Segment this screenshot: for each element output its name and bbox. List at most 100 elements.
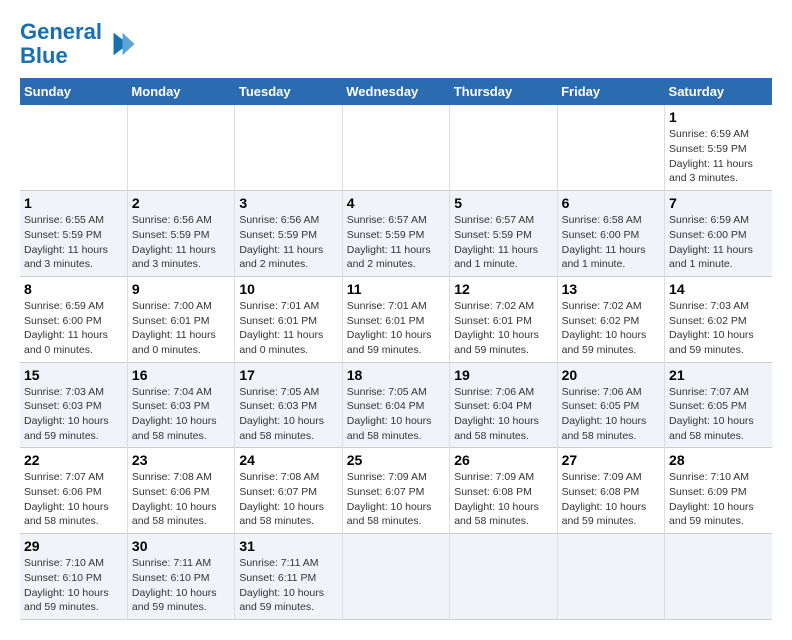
- day-header-thursday: Thursday: [450, 78, 557, 105]
- day-number: 18: [347, 367, 445, 383]
- day-number: 2: [132, 195, 230, 211]
- calendar-cell: 6 Sunrise: 6:58 AM Sunset: 6:00 PM Dayli…: [557, 191, 664, 277]
- day-header-monday: Monday: [127, 78, 234, 105]
- day-info: Sunrise: 7:09 AM Sunset: 6:08 PM Dayligh…: [562, 470, 660, 529]
- day-number: 19: [454, 367, 552, 383]
- day-number: 13: [562, 281, 660, 297]
- day-number: 11: [347, 281, 445, 297]
- day-number: 22: [24, 452, 123, 468]
- day-info: Sunrise: 7:10 AM Sunset: 6:09 PM Dayligh…: [669, 470, 768, 529]
- day-header-wednesday: Wednesday: [342, 78, 449, 105]
- day-info: Sunrise: 7:10 AM Sunset: 6:10 PM Dayligh…: [24, 556, 123, 615]
- day-info: Sunrise: 6:55 AM Sunset: 5:59 PM Dayligh…: [24, 213, 123, 272]
- day-info: Sunrise: 7:09 AM Sunset: 6:07 PM Dayligh…: [347, 470, 445, 529]
- calendar-cell: [235, 105, 342, 190]
- day-number: 1: [24, 195, 123, 211]
- calendar-cell: 31 Sunrise: 7:11 AM Sunset: 6:11 PM Dayl…: [235, 534, 342, 620]
- calendar-cell: [450, 534, 557, 620]
- calendar-cell: 21 Sunrise: 7:07 AM Sunset: 6:05 PM Dayl…: [665, 362, 772, 448]
- day-number: 21: [669, 367, 768, 383]
- day-info: Sunrise: 6:56 AM Sunset: 5:59 PM Dayligh…: [239, 213, 337, 272]
- day-info: Sunrise: 6:59 AM Sunset: 5:59 PM Dayligh…: [669, 127, 768, 186]
- day-number: 8: [24, 281, 123, 297]
- calendar-cell: 5 Sunrise: 6:57 AM Sunset: 5:59 PM Dayli…: [450, 191, 557, 277]
- calendar-table: SundayMondayTuesdayWednesdayThursdayFrid…: [20, 78, 772, 620]
- day-number: 1: [669, 109, 768, 125]
- calendar-cell: 16 Sunrise: 7:04 AM Sunset: 6:03 PM Dayl…: [127, 362, 234, 448]
- day-number: 23: [132, 452, 230, 468]
- day-header-friday: Friday: [557, 78, 664, 105]
- day-number: 25: [347, 452, 445, 468]
- day-info: Sunrise: 7:05 AM Sunset: 6:04 PM Dayligh…: [347, 385, 445, 444]
- day-info: Sunrise: 7:02 AM Sunset: 6:01 PM Dayligh…: [454, 299, 552, 358]
- day-info: Sunrise: 6:58 AM Sunset: 6:00 PM Dayligh…: [562, 213, 660, 272]
- day-number: 7: [669, 195, 768, 211]
- calendar-cell: 14 Sunrise: 7:03 AM Sunset: 6:02 PM Dayl…: [665, 276, 772, 362]
- day-number: 20: [562, 367, 660, 383]
- day-number: 24: [239, 452, 337, 468]
- day-info: Sunrise: 7:00 AM Sunset: 6:01 PM Dayligh…: [132, 299, 230, 358]
- logo: General Blue: [20, 20, 136, 68]
- calendar-cell: 19 Sunrise: 7:06 AM Sunset: 6:04 PM Dayl…: [450, 362, 557, 448]
- day-number: 28: [669, 452, 768, 468]
- day-number: 27: [562, 452, 660, 468]
- calendar-cell: [20, 105, 127, 190]
- day-info: Sunrise: 7:01 AM Sunset: 6:01 PM Dayligh…: [347, 299, 445, 358]
- logo-text: General Blue: [20, 20, 102, 68]
- day-info: Sunrise: 7:11 AM Sunset: 6:11 PM Dayligh…: [239, 556, 337, 615]
- day-info: Sunrise: 7:05 AM Sunset: 6:03 PM Dayligh…: [239, 385, 337, 444]
- calendar-week-2: 1 Sunrise: 6:55 AM Sunset: 5:59 PM Dayli…: [20, 191, 772, 277]
- day-info: Sunrise: 7:02 AM Sunset: 6:02 PM Dayligh…: [562, 299, 660, 358]
- day-info: Sunrise: 7:03 AM Sunset: 6:02 PM Dayligh…: [669, 299, 768, 358]
- calendar-cell: [450, 105, 557, 190]
- day-number: 29: [24, 538, 123, 554]
- calendar-header: SundayMondayTuesdayWednesdayThursdayFrid…: [20, 78, 772, 105]
- day-info: Sunrise: 6:59 AM Sunset: 6:00 PM Dayligh…: [24, 299, 123, 358]
- day-number: 5: [454, 195, 552, 211]
- day-number: 31: [239, 538, 337, 554]
- day-info: Sunrise: 7:09 AM Sunset: 6:08 PM Dayligh…: [454, 470, 552, 529]
- day-header-sunday: Sunday: [20, 78, 127, 105]
- day-info: Sunrise: 7:03 AM Sunset: 6:03 PM Dayligh…: [24, 385, 123, 444]
- calendar-cell: 18 Sunrise: 7:05 AM Sunset: 6:04 PM Dayl…: [342, 362, 449, 448]
- calendar-cell: 20 Sunrise: 7:06 AM Sunset: 6:05 PM Dayl…: [557, 362, 664, 448]
- day-number: 26: [454, 452, 552, 468]
- calendar-cell: 1 Sunrise: 6:59 AM Sunset: 5:59 PM Dayli…: [665, 105, 772, 190]
- calendar-cell: 28 Sunrise: 7:10 AM Sunset: 6:09 PM Dayl…: [665, 448, 772, 534]
- calendar-cell: [557, 105, 664, 190]
- calendar-cell: [665, 534, 772, 620]
- calendar-cell: 24 Sunrise: 7:08 AM Sunset: 6:07 PM Dayl…: [235, 448, 342, 534]
- calendar-cell: 11 Sunrise: 7:01 AM Sunset: 6:01 PM Dayl…: [342, 276, 449, 362]
- day-info: Sunrise: 6:59 AM Sunset: 6:00 PM Dayligh…: [669, 213, 768, 272]
- calendar-week-1: 1 Sunrise: 6:59 AM Sunset: 5:59 PM Dayli…: [20, 105, 772, 190]
- calendar-cell: 26 Sunrise: 7:09 AM Sunset: 6:08 PM Dayl…: [450, 448, 557, 534]
- day-info: Sunrise: 6:56 AM Sunset: 5:59 PM Dayligh…: [132, 213, 230, 272]
- day-info: Sunrise: 7:07 AM Sunset: 6:06 PM Dayligh…: [24, 470, 123, 529]
- calendar-cell: [342, 534, 449, 620]
- calendar-cell: [342, 105, 449, 190]
- day-number: 3: [239, 195, 337, 211]
- calendar-week-3: 8 Sunrise: 6:59 AM Sunset: 6:00 PM Dayli…: [20, 276, 772, 362]
- calendar-cell: 25 Sunrise: 7:09 AM Sunset: 6:07 PM Dayl…: [342, 448, 449, 534]
- day-info: Sunrise: 7:04 AM Sunset: 6:03 PM Dayligh…: [132, 385, 230, 444]
- day-info: Sunrise: 7:08 AM Sunset: 6:07 PM Dayligh…: [239, 470, 337, 529]
- calendar-cell: 29 Sunrise: 7:10 AM Sunset: 6:10 PM Dayl…: [20, 534, 127, 620]
- day-number: 17: [239, 367, 337, 383]
- day-info: Sunrise: 6:57 AM Sunset: 5:59 PM Dayligh…: [347, 213, 445, 272]
- calendar-cell: 15 Sunrise: 7:03 AM Sunset: 6:03 PM Dayl…: [20, 362, 127, 448]
- calendar-cell: [557, 534, 664, 620]
- day-info: Sunrise: 7:06 AM Sunset: 6:04 PM Dayligh…: [454, 385, 552, 444]
- calendar-week-6: 29 Sunrise: 7:10 AM Sunset: 6:10 PM Dayl…: [20, 534, 772, 620]
- day-number: 4: [347, 195, 445, 211]
- day-number: 30: [132, 538, 230, 554]
- day-header-tuesday: Tuesday: [235, 78, 342, 105]
- calendar-cell: 2 Sunrise: 6:56 AM Sunset: 5:59 PM Dayli…: [127, 191, 234, 277]
- day-number: 10: [239, 281, 337, 297]
- day-info: Sunrise: 7:11 AM Sunset: 6:10 PM Dayligh…: [132, 556, 230, 615]
- day-number: 14: [669, 281, 768, 297]
- calendar-cell: 17 Sunrise: 7:05 AM Sunset: 6:03 PM Dayl…: [235, 362, 342, 448]
- day-info: Sunrise: 7:01 AM Sunset: 6:01 PM Dayligh…: [239, 299, 337, 358]
- logo-icon: [106, 29, 136, 59]
- day-number: 9: [132, 281, 230, 297]
- calendar-cell: 1 Sunrise: 6:55 AM Sunset: 5:59 PM Dayli…: [20, 191, 127, 277]
